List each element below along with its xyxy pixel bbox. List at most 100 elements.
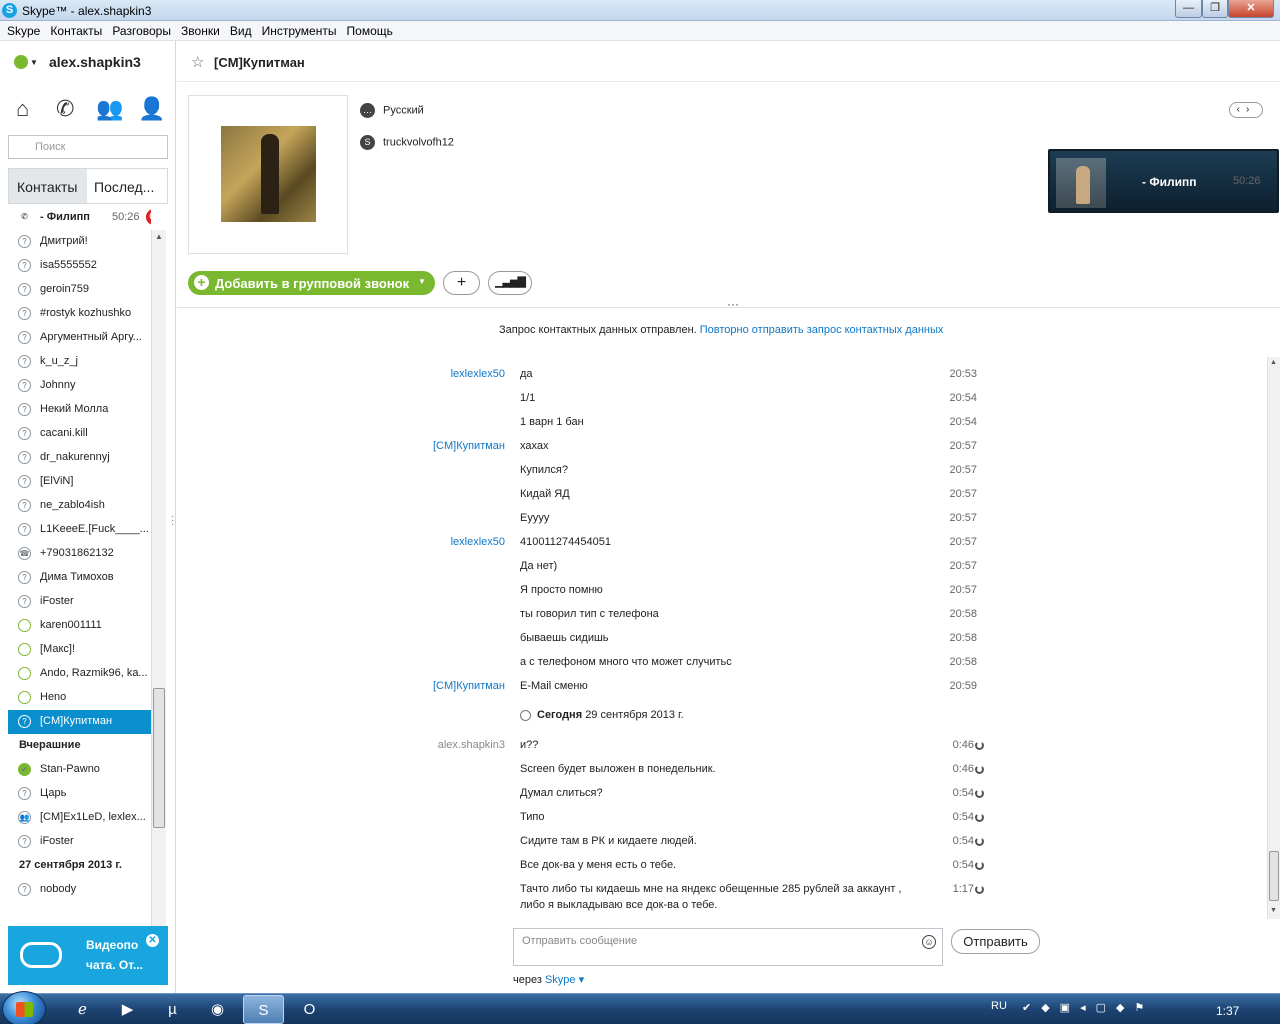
contact-item[interactable]: ? cacani.kill — [8, 422, 151, 446]
add-button[interactable]: + — [443, 271, 480, 295]
language-indicator[interactable]: RU — [991, 1000, 1007, 1012]
resend-request-link[interactable]: Повторно отправить запрос контактных дан… — [700, 324, 944, 336]
tab-recent[interactable]: Послед... — [87, 169, 169, 203]
contact-language: Русский — [383, 104, 424, 117]
emoticon-icon[interactable]: ☺ — [922, 935, 936, 949]
contact-item[interactable]: ? #rostyk kozhushko — [8, 302, 151, 326]
message-author[interactable]: [CM]Купитман — [385, 440, 505, 452]
clock[interactable]: 1:37 — [1216, 1004, 1239, 1018]
media-player-icon[interactable]: ▶ — [107, 995, 148, 1024]
offline-status-icon: ? — [18, 883, 31, 896]
offline-status-icon: ? — [18, 523, 31, 536]
internet-explorer-icon[interactable]: ℯ — [62, 995, 103, 1024]
scroll-down-icon[interactable]: ▼ — [1270, 907, 1277, 914]
start-button[interactable] — [2, 991, 46, 1024]
message-author[interactable]: [CM]Купитман — [385, 680, 505, 692]
via-skype-link[interactable]: Skype — [545, 974, 576, 986]
tray-icons[interactable]: ✔◆▣◂▢◆⚑ — [1022, 1001, 1154, 1014]
contact-item[interactable]: ? Дмитрий! — [8, 230, 151, 254]
profile-nav-arrows[interactable]: ‹› — [1229, 102, 1263, 118]
offline-status-icon: ? — [18, 403, 31, 416]
hang-up-icon[interactable]: ✆ — [146, 209, 151, 225]
menu-calls[interactable]: Звонки — [174, 21, 220, 38]
active-call-widget[interactable]: - Филипп 50:26 — [1048, 149, 1279, 213]
opera-icon[interactable]: O — [289, 995, 330, 1024]
contact-item[interactable]: ✔ Stan-Pawno — [8, 758, 151, 782]
menu-tools[interactable]: Инструменты — [255, 21, 337, 38]
active-call-item[interactable]: ✆ - Филипп 50:26 ✆ — [8, 206, 151, 230]
menu-contacts[interactable]: Контакты — [43, 21, 102, 38]
chrome-icon[interactable]: ◉ — [197, 995, 238, 1024]
sending-spinner-icon — [975, 885, 984, 894]
contact-item[interactable]: Ando, Razmik96, ka... — [8, 662, 151, 686]
scroll-up-icon[interactable]: ▲ — [155, 232, 163, 241]
message-time: 20:58 — [949, 632, 977, 644]
contact-name: k_u_z_j — [40, 355, 78, 367]
contact-name: Stan-Pawno — [40, 763, 100, 775]
contact-item[interactable]: ? Царь — [8, 782, 151, 806]
contact-item[interactable]: ? nobody — [8, 878, 151, 902]
today-label: Сегодня — [537, 709, 583, 721]
maximize-button[interactable]: ❐ — [1202, 0, 1228, 18]
home-icon[interactable]: ⌂ — [16, 96, 29, 122]
scroll-thumb[interactable] — [1269, 851, 1279, 901]
scroll-thumb[interactable] — [153, 688, 165, 828]
close-button[interactable]: ✕ — [1228, 0, 1274, 18]
add-to-group-call-button[interactable]: + Добавить в групповой звонок ▼ — [188, 271, 435, 295]
sending-spinner-icon — [975, 741, 984, 750]
tab-contacts[interactable]: Контакты — [9, 169, 87, 203]
message-author[interactable]: lexlexlex50 — [385, 368, 505, 380]
pane-resize-handle[interactable]: ··· — [727, 297, 739, 311]
menu-view[interactable]: Вид — [223, 21, 252, 38]
add-contact-icon[interactable]: 👤 — [138, 96, 165, 122]
contact-item[interactable]: [Макс]! — [8, 638, 151, 662]
minimize-button[interactable]: — — [1175, 0, 1202, 18]
contact-item[interactable]: ? [CM]Купитман — [8, 710, 151, 734]
chat-scrollbar[interactable]: ▲ ▼ — [1267, 357, 1280, 919]
call-quality-icon[interactable]: ▁▃▅▇ — [488, 271, 532, 295]
message-author[interactable]: alex.shapkin3 — [385, 739, 505, 751]
contact-list-scrollbar[interactable]: ▲ ▼ — [151, 230, 166, 956]
contact-item[interactable]: Heno — [8, 686, 151, 710]
video-promo-banner[interactable]: Видеопо чата. От... ✕ — [8, 926, 168, 985]
close-promo-icon[interactable]: ✕ — [146, 934, 159, 947]
skype-taskbar-icon[interactable]: S — [243, 995, 284, 1024]
scroll-up-icon[interactable]: ▲ — [1270, 359, 1277, 366]
contact-avatar[interactable] — [221, 126, 316, 222]
add-to-call-label: Добавить в групповой звонок — [215, 276, 410, 291]
contact-item[interactable]: ? Дима Тимохов — [8, 566, 151, 590]
contact-item[interactable]: ? Аргументный Аргу... — [8, 326, 151, 350]
account-status[interactable]: ▼ alex.shapkin3 — [14, 54, 141, 70]
send-button[interactable]: Отправить — [951, 929, 1040, 954]
offline-status-icon: ? — [18, 427, 31, 440]
contact-item[interactable]: ? iFoster — [8, 830, 151, 854]
search-input[interactable]: Поиск — [8, 135, 168, 159]
contact-item[interactable]: ? k_u_z_j — [8, 350, 151, 374]
message-author[interactable]: lexlexlex50 — [385, 536, 505, 548]
chevron-down-icon[interactable]: ▾ — [579, 974, 585, 986]
contact-name: Дима Тимохов — [40, 571, 114, 583]
menu-skype[interactable]: Skype — [0, 21, 40, 38]
contact-item[interactable]: ? geroin759 — [8, 278, 151, 302]
contact-item[interactable]: ? L1KeeeE.[Fuck____... — [8, 518, 151, 542]
contact-item[interactable]: ? dr_nakurennyj — [8, 446, 151, 470]
contact-item[interactable]: karen001111 — [8, 614, 151, 638]
contact-item[interactable]: ☎ +79031862132 — [8, 542, 151, 566]
contact-name: Johnny — [40, 379, 76, 391]
menu-help[interactable]: Помощь — [340, 21, 393, 38]
menu-conversations[interactable]: Разговоры — [105, 21, 171, 38]
contact-item[interactable]: ? iFoster — [8, 590, 151, 614]
utorrent-icon[interactable]: µ — [152, 995, 193, 1024]
phone-icon[interactable]: ✆ — [56, 96, 74, 122]
contact-item[interactable]: ? isa5555552 — [8, 254, 151, 278]
contact-item[interactable]: ? Johnny — [8, 374, 151, 398]
group-icon[interactable]: 👥 — [96, 96, 123, 122]
contact-item[interactable]: ? ne_zablo4ish — [8, 494, 151, 518]
contact-item[interactable]: ? Некий Молла — [8, 398, 151, 422]
message-input[interactable]: Отправить сообщение — [513, 928, 943, 966]
contact-name: [CM]Ex1LeD, lexlex... — [40, 811, 146, 823]
contact-item[interactable]: ? [ElViN] — [8, 470, 151, 494]
sidebar-splitter-handle[interactable]: · · · — [171, 512, 174, 530]
contact-item[interactable]: 👥 [CM]Ex1LeD, lexlex... — [8, 806, 151, 830]
favorite-star-icon[interactable]: ☆ — [191, 53, 204, 71]
